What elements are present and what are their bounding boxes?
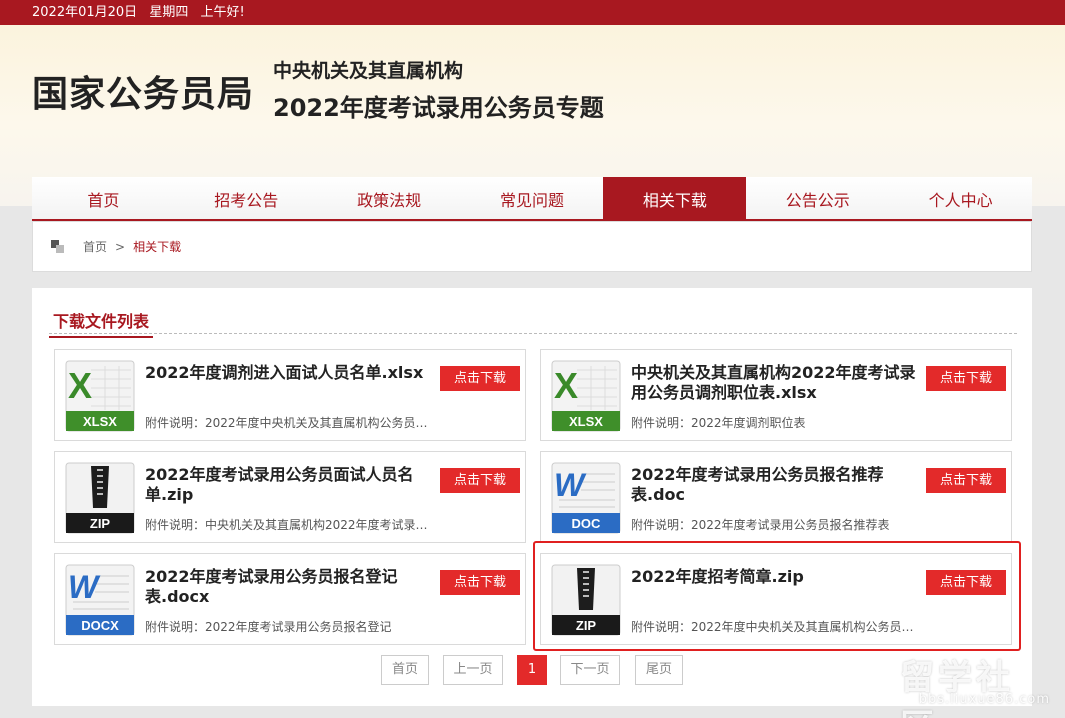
nav-item-faq[interactable]: 常见问题 — [461, 177, 604, 219]
file-card: W DOC 2022年度考试录用公务员报名推荐表.doc 附件说明：2022年度… — [540, 451, 1012, 543]
nav-item-home[interactable]: 首页 — [32, 177, 175, 219]
svg-text:W: W — [68, 569, 101, 605]
pager-prev[interactable]: 上一页 — [443, 655, 503, 685]
pager-next[interactable]: 下一页 — [560, 655, 620, 685]
panel-divider — [49, 333, 1017, 334]
main-nav: 首页 招考公告 政策法规 常见问题 相关下载 公告公示 个人中心 — [32, 177, 1032, 225]
site-header: 国家公务员局 中央机关及其直属机构 2022年度考试录用公务员专题 首页 招考公… — [0, 25, 1065, 225]
file-card: W DOCX 2022年度考试录用公务员报名登记表.docx 附件说明：2022… — [54, 553, 526, 645]
svg-text:XLSX: XLSX — [569, 414, 603, 429]
svg-text:DOCX: DOCX — [81, 618, 119, 633]
file-title[interactable]: 2022年度考试录用公务员面试人员名单.zip — [145, 465, 430, 505]
nav-item-recruitment-notice[interactable]: 招考公告 — [175, 177, 318, 219]
header-subtitle: 中央机关及其直属机构 — [273, 60, 464, 82]
location-icon — [51, 240, 65, 254]
svg-text:XLSX: XLSX — [83, 414, 117, 429]
file-title[interactable]: 中央机关及其直属机构2022年度考试录用公务员调剂职位表.xlsx — [631, 363, 916, 403]
file-description: 附件说明：中央机关及其直属机构2022年度考试录用公务员面... — [145, 518, 435, 532]
date-text: 2022年01月20日 — [32, 5, 138, 20]
watermark-url: bbs.liuxue86.com — [918, 692, 1050, 707]
svg-text:X: X — [68, 365, 92, 406]
nav-item-downloads[interactable]: 相关下载 — [603, 177, 747, 219]
file-description: 附件说明：2022年度调剂职位表 — [631, 416, 806, 430]
header-title: 2022年度考试录用公务员专题 — [273, 94, 604, 122]
file-title[interactable]: 2022年度考试录用公务员报名推荐表.doc — [631, 465, 916, 505]
word-file-icon: W DOCX — [65, 564, 135, 636]
download-button[interactable]: 点击下载 — [926, 366, 1006, 391]
watermark: 留学社区 bbs.liuxue86.com — [900, 650, 1060, 718]
svg-text:DOC: DOC — [572, 516, 602, 531]
breadcrumb-separator: > — [115, 240, 126, 254]
file-description: 附件说明：2022年度中央机关及其直属机构公务员招考调剂进... — [145, 416, 435, 430]
download-button[interactable]: 点击下载 — [440, 570, 520, 595]
nav-item-announcements[interactable]: 公告公示 — [746, 177, 889, 219]
download-button[interactable]: 点击下载 — [926, 468, 1006, 493]
download-button[interactable]: 点击下载 — [440, 468, 520, 493]
pager-current-page[interactable]: 1 — [517, 655, 547, 685]
file-card: X XLSX 中央机关及其直属机构2022年度考试录用公务员调剂职位表.xlsx… — [540, 349, 1012, 441]
svg-text:X: X — [554, 365, 578, 406]
breadcrumb-home-link[interactable]: 首页 — [83, 240, 107, 254]
file-card: X XLSX 2022年度调剂进入面试人员名单.xlsx 附件说明：2022年度… — [54, 349, 526, 441]
file-description: 附件说明：2022年度考试录用公务员报名推荐表 — [631, 518, 890, 532]
pager-last[interactable]: 尾页 — [635, 655, 683, 685]
nav-item-policy[interactable]: 政策法规 — [318, 177, 461, 219]
file-description: 附件说明：2022年度考试录用公务员报名登记 — [145, 620, 392, 634]
breadcrumb: 首页 > 相关下载 — [32, 221, 1032, 272]
file-title[interactable]: 2022年度考试录用公务员报名登记表.docx — [145, 567, 430, 607]
word-file-icon: W DOC — [551, 462, 621, 534]
watermark-text: 留学社区 — [900, 658, 1014, 718]
file-card: ZIP 2022年度考试录用公务员面试人员名单.zip 附件说明：中央机关及其直… — [54, 451, 526, 543]
zip-file-icon: ZIP — [65, 462, 135, 534]
weekday-text: 星期四 — [149, 5, 189, 20]
excel-file-icon: X XLSX — [551, 360, 621, 432]
top-info-bar: 2022年01月20日 星期四 上午好! — [0, 0, 1065, 25]
pager-first[interactable]: 首页 — [381, 655, 429, 685]
site-logo[interactable]: 国家公务员局 — [32, 65, 254, 117]
breadcrumb-current[interactable]: 相关下载 — [133, 240, 181, 254]
nav-item-personal-center[interactable]: 个人中心 — [889, 177, 1032, 219]
greeting-text: 上午好! — [200, 5, 245, 20]
highlight-box — [533, 541, 1021, 651]
svg-text:ZIP: ZIP — [90, 516, 111, 531]
svg-text:W: W — [554, 467, 587, 503]
download-button[interactable]: 点击下载 — [440, 366, 520, 391]
file-title[interactable]: 2022年度调剂进入面试人员名单.xlsx — [145, 363, 430, 383]
excel-file-icon: X XLSX — [65, 360, 135, 432]
